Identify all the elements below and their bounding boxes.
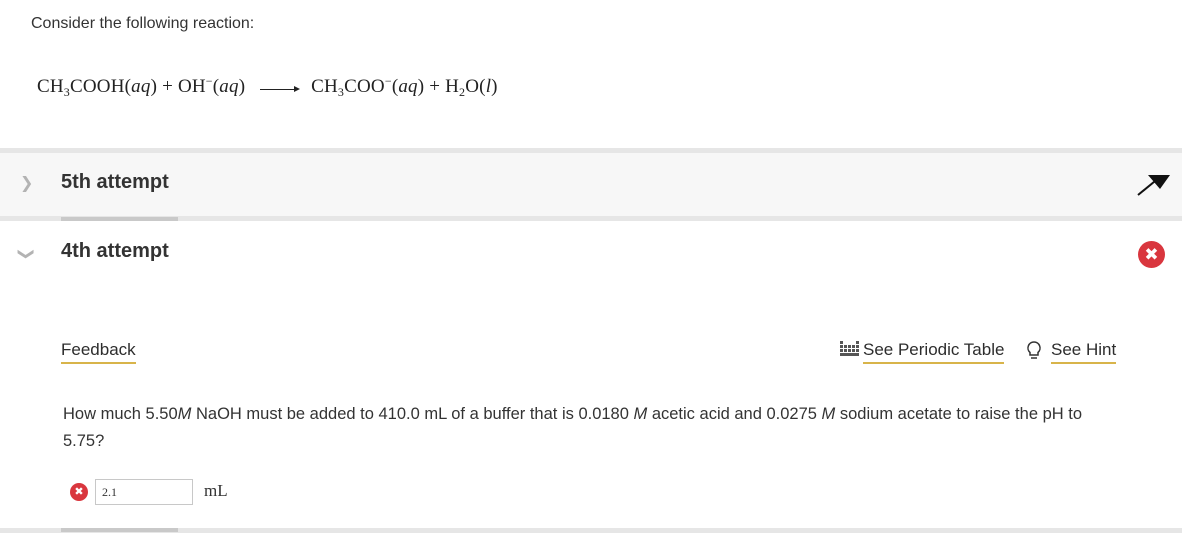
collapse-arrow-icon[interactable] — [1136, 169, 1172, 197]
eq-term: CH — [311, 76, 338, 97]
periodic-table-icon[interactable] — [840, 341, 859, 357]
eq-term: O — [465, 76, 480, 97]
eq-state: aq — [131, 76, 151, 97]
reaction-arrow-icon — [260, 83, 301, 93]
question-text: How much 5.50M NaOH must be added to 410… — [63, 401, 1123, 455]
eq-charge: − — [384, 74, 392, 88]
molarity-unit: M — [177, 405, 192, 423]
eq-term: CH — [37, 76, 64, 97]
eq-term: COOH — [70, 76, 125, 97]
lightbulb-icon[interactable] — [1026, 341, 1042, 361]
eq-state: l — [485, 76, 492, 97]
next-attempt-accent — [61, 528, 178, 532]
eq-state: aq — [219, 76, 239, 97]
divider — [0, 148, 1182, 153]
eq-term: H — [445, 76, 460, 97]
chevron-right-icon[interactable]: ❯ — [20, 173, 33, 193]
eq-term: COO — [344, 76, 385, 97]
eq-state: aq — [398, 76, 418, 97]
eq-plus: + — [162, 76, 173, 97]
feedback-link[interactable]: Feedback — [61, 340, 136, 364]
answer-input[interactable] — [95, 479, 193, 505]
question-part: NaOH must be added to 410.0 mL of a buff… — [191, 405, 634, 423]
answer-unit: mL — [204, 481, 228, 500]
answer-incorrect-icon: ✖ — [70, 483, 88, 501]
eq-charge: − — [205, 74, 213, 88]
incorrect-status-icon: ✖ — [1138, 241, 1165, 268]
chemical-equation: CH3COOH(aq) + OH−(aq) CH3COO−(aq) + H2O(… — [37, 74, 498, 99]
hint-link[interactable]: See Hint — [1051, 340, 1117, 364]
molarity-unit: M — [821, 405, 836, 423]
attempt-4-title[interactable]: 4th attempt — [61, 240, 169, 263]
problem-intro: Consider the following reaction: — [31, 15, 255, 32]
chevron-down-icon[interactable]: ❯ — [17, 247, 37, 260]
periodic-table-link[interactable]: See Periodic Table — [863, 340, 1005, 364]
molarity-unit: M — [633, 405, 648, 423]
eq-term: OH — [177, 76, 206, 97]
attempt-4-accent — [61, 217, 178, 221]
question-part: acetic acid and 0.0275 — [647, 405, 822, 423]
eq-plus: + — [429, 76, 441, 97]
attempt-5-header[interactable]: ❯ 5th attempt — [0, 149, 1182, 219]
attempt-5-title: 5th attempt — [61, 171, 169, 193]
question-part: How much 5.50 — [63, 405, 178, 423]
